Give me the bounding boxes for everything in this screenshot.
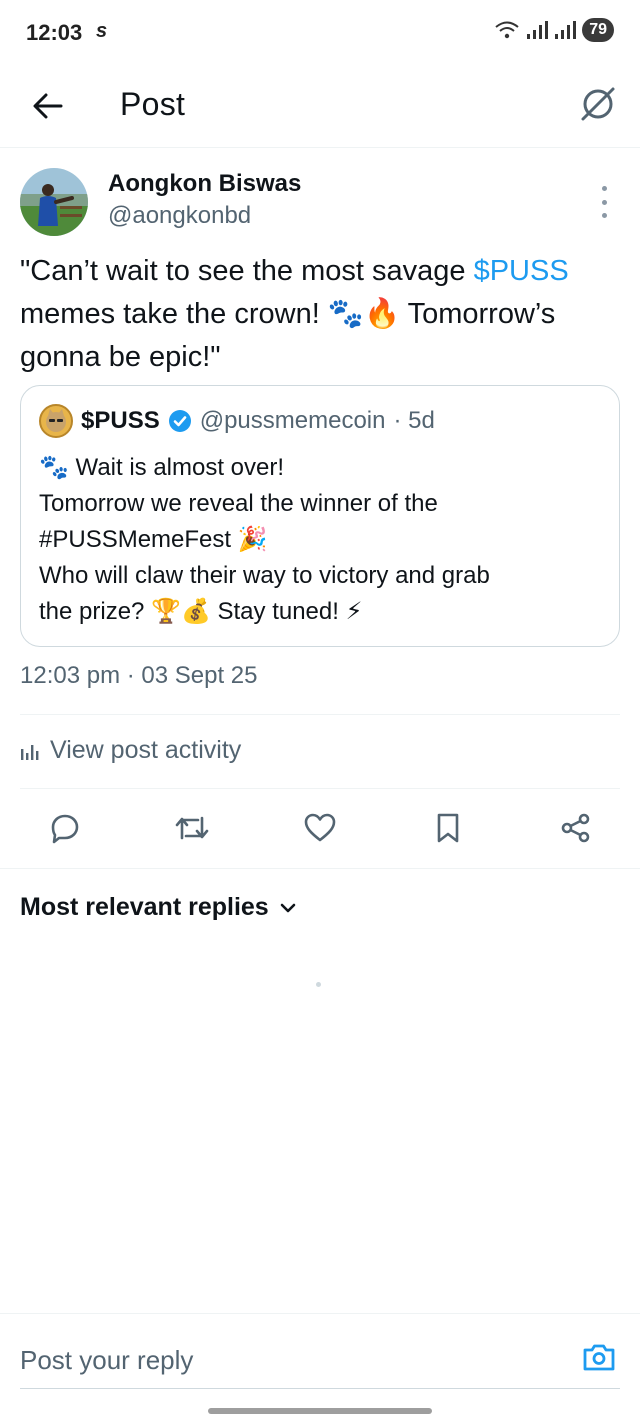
divider	[20, 714, 620, 715]
post-actions	[0, 800, 640, 858]
quoted-line: 🐾 Wait is almost over!	[39, 454, 285, 481]
verified-badge-icon	[168, 410, 191, 432]
quoted-avatar	[39, 404, 73, 438]
divider	[20, 788, 620, 789]
like-icon	[304, 813, 336, 842]
quoted-author-name: $PUSS	[81, 407, 160, 434]
quoted-author-handle: @pussmemecoin	[199, 407, 386, 434]
reply-input[interactable]	[20, 1340, 560, 1380]
avatar[interactable]	[20, 168, 88, 236]
share-icon	[561, 813, 590, 843]
reply-input-underline	[20, 1388, 620, 1389]
bookmark-button[interactable]	[428, 808, 468, 848]
camera-icon	[583, 1344, 615, 1371]
app-bar: Post	[0, 64, 640, 148]
status-indicators: 79	[494, 18, 614, 42]
view-activity-link[interactable]: View post activity	[20, 736, 241, 765]
repost-icon	[175, 816, 209, 840]
quoted-post[interactable]: $PUSS @pussmemecoin · 5d 🐾 Wait is almos…	[20, 385, 620, 647]
post-text-after: memes take the crown! 🐾🔥 Tomorrow’s gonn…	[20, 298, 556, 373]
author-name[interactable]: Aongkon Biswas	[108, 170, 301, 198]
status-time: 12:03	[26, 20, 83, 45]
more-dot	[601, 199, 607, 205]
camera-button[interactable]	[580, 1338, 618, 1376]
post-author: Aongkon Biswas @aongkonbd	[20, 168, 620, 238]
reply-icon	[51, 814, 79, 844]
post-text-before: "Can’t wait to see the most savage	[20, 255, 474, 287]
like-button[interactable]	[300, 808, 340, 848]
post-timestamp: 12:03 pm · 03 Sept 25	[20, 662, 258, 689]
author-handle[interactable]: @aongkonbd	[108, 202, 251, 230]
share-button[interactable]	[556, 808, 596, 848]
carrier-icon: s	[96, 20, 108, 42]
back-button[interactable]	[28, 86, 68, 126]
analytics-icon	[21, 744, 39, 760]
home-indicator[interactable]	[208, 1408, 432, 1414]
post-text: "Can’t wait to see the most savage $PUSS…	[20, 250, 620, 379]
quoted-post-body: 🐾 Wait is almost over! Tomorrow we revea…	[39, 450, 605, 630]
replies-sort-label: Most relevant replies	[20, 893, 269, 921]
status-bar: 12:03 s 79	[0, 0, 640, 64]
quoted-line: Who will claw their way to victory and g…	[39, 562, 490, 589]
bookmark-icon	[437, 813, 459, 843]
loading-indicator	[316, 982, 321, 987]
arrow-left-icon	[33, 93, 63, 119]
grok-button[interactable]	[576, 82, 620, 126]
more-options-button[interactable]	[594, 182, 614, 222]
battery-badge: 79	[582, 18, 614, 42]
cat-avatar-icon	[46, 409, 66, 432]
grok-icon	[581, 87, 615, 121]
replies-sort-dropdown[interactable]: Most relevant replies	[20, 893, 297, 922]
repost-button[interactable]	[172, 808, 212, 848]
cashtag-link[interactable]: $PUSS	[474, 255, 569, 287]
divider	[0, 868, 640, 869]
signal-icon	[527, 21, 549, 39]
quoted-line: Tomorrow we reveal the winner of the	[39, 490, 438, 517]
more-dot	[601, 186, 607, 191]
page-title: Post	[120, 86, 186, 122]
avatar-photo	[20, 168, 88, 236]
more-dot	[601, 213, 607, 218]
wifi-icon	[495, 21, 519, 39]
view-activity-label: View post activity	[50, 736, 242, 764]
quoted-post-header: $PUSS @pussmemecoin · 5d	[39, 404, 435, 438]
signal-icon-2	[555, 21, 577, 39]
reply-button[interactable]	[45, 808, 85, 848]
chevron-down-icon	[280, 903, 296, 912]
quoted-line: #PUSSMemeFest 🎉	[39, 526, 268, 553]
reply-bar	[0, 1313, 640, 1422]
quoted-line: the prize? 🏆💰 Stay tuned! ⚡	[39, 598, 363, 625]
quoted-post-age: · 5d	[393, 407, 435, 434]
